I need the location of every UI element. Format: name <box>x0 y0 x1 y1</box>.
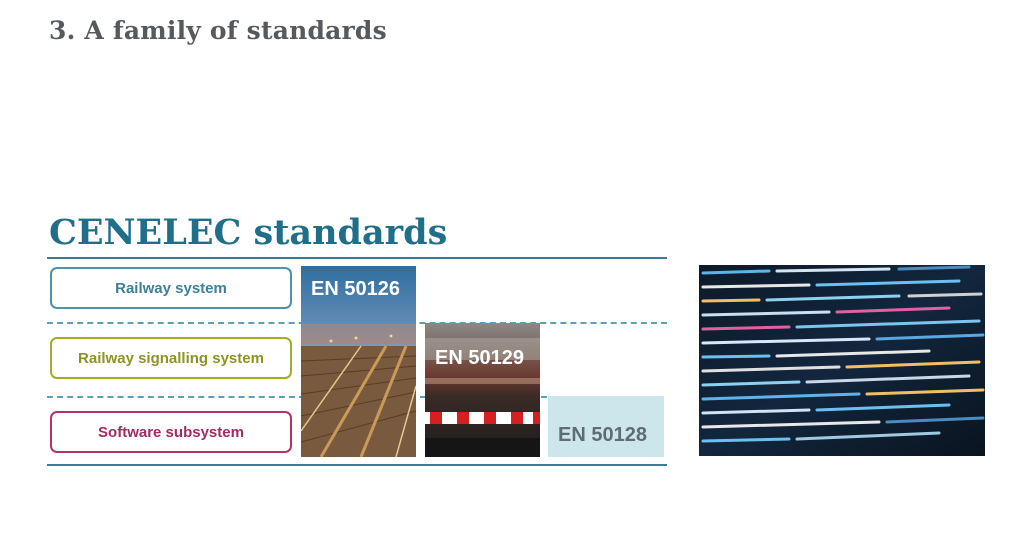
railway-system-label: Railway system <box>115 279 227 297</box>
software-subsystem-box: Software subsystem <box>50 411 292 453</box>
bottom-rule <box>47 464 667 466</box>
railway-signalling-system-label: Railway signalling system <box>78 349 264 367</box>
source-code-photo <box>699 265 985 456</box>
railway-system-box: Railway system <box>50 267 292 309</box>
en50126-label: EN 50126 <box>311 278 400 300</box>
section-title: CENELEC standards <box>49 212 448 253</box>
railway-signalling-system-box: Railway signalling system <box>50 337 292 379</box>
level-crossing-photo: EN 50129 <box>425 323 540 457</box>
railway-tracks-photo: EN 50126 <box>301 266 416 457</box>
software-subsystem-label: Software subsystem <box>98 423 244 441</box>
en50129-label: EN 50129 <box>435 347 524 369</box>
en50128-label: EN 50128 <box>558 424 647 446</box>
slide-title: 3. A family of standards <box>49 16 387 45</box>
top-rule <box>47 257 667 259</box>
